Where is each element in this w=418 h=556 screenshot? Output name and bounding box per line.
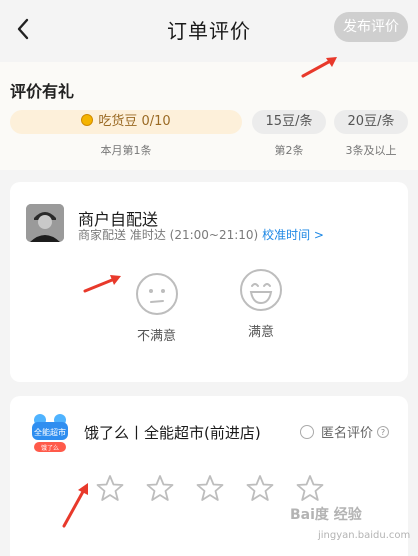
annotation-arrow-icon bbox=[301, 57, 337, 78]
person-icon bbox=[26, 204, 64, 242]
reward-title: 评价有礼 bbox=[10, 82, 75, 101]
watermark: Bai度 经验 bbox=[290, 507, 362, 523]
unsatisfied-option[interactable] bbox=[135, 272, 179, 316]
tier-3: 20豆/条 bbox=[334, 110, 408, 134]
store-logo-icon: 全能超市 饿了么 bbox=[32, 414, 68, 452]
star-2[interactable] bbox=[146, 474, 174, 502]
star-3[interactable] bbox=[196, 474, 224, 502]
anonymous-toggle[interactable]: 匿名评价 ? bbox=[300, 422, 390, 441]
tier-1-label: 吃货豆 0/10 bbox=[98, 114, 171, 129]
tier-1: 吃货豆 0/10 bbox=[10, 110, 242, 134]
watermark-sub: jingyan.baidu.com bbox=[318, 530, 411, 541]
satisfied-option[interactable] bbox=[239, 268, 283, 312]
star-1[interactable] bbox=[96, 474, 124, 502]
delivery-type: 商家配送 bbox=[78, 228, 127, 242]
store-name: 饿了么丨全能超市(前进店) bbox=[84, 424, 261, 442]
unsatisfied-label: 不满意 bbox=[137, 329, 177, 344]
store-logo: 全能超市 饿了么 bbox=[26, 410, 74, 456]
neutral-face-icon bbox=[136, 273, 178, 315]
annotation-arrow-icon bbox=[62, 483, 88, 528]
store-logo-sub: 饿了么 bbox=[41, 444, 59, 452]
annotation-arrow-icon bbox=[83, 275, 121, 293]
delivery-info: 商家配送 准时达 (21:00~21:10) 校准时间 > bbox=[78, 226, 324, 243]
star-4[interactable] bbox=[246, 474, 274, 502]
delivery-card: 商户自配送 商家配送 准时达 (21:00~21:10) 校准时间 > 不满意 … bbox=[10, 182, 408, 382]
anonymous-radio[interactable] bbox=[300, 424, 314, 439]
star-5[interactable] bbox=[296, 474, 324, 502]
satisfied-label: 满意 bbox=[248, 325, 275, 340]
anonymous-label: 匿名评价 bbox=[321, 426, 374, 441]
delivery-eta: 准时达 (21:00~21:10) bbox=[129, 228, 259, 242]
tier-1-sub: 本月第1条 bbox=[100, 144, 152, 157]
help-icon[interactable]: ? bbox=[377, 425, 390, 438]
happy-face-icon bbox=[240, 269, 282, 311]
store-logo-text: 全能超市 bbox=[34, 427, 66, 437]
reward-section: 评价有礼 吃货豆 0/10 15豆/条 20豆/条 本月第1条 第2条 3条及以… bbox=[0, 62, 418, 170]
publish-review-button[interactable]: 发布评价 bbox=[334, 12, 408, 42]
courier-avatar bbox=[26, 204, 64, 242]
tier-3-sub: 3条及以上 bbox=[345, 144, 397, 157]
coin-icon bbox=[81, 114, 94, 126]
header: 订单评价 发布评价 bbox=[0, 0, 418, 60]
tier-2: 15豆/条 bbox=[252, 110, 326, 134]
calibrate-time-link[interactable]: 校准时间 > bbox=[262, 228, 324, 242]
tier-2-sub: 第2条 bbox=[274, 144, 304, 157]
